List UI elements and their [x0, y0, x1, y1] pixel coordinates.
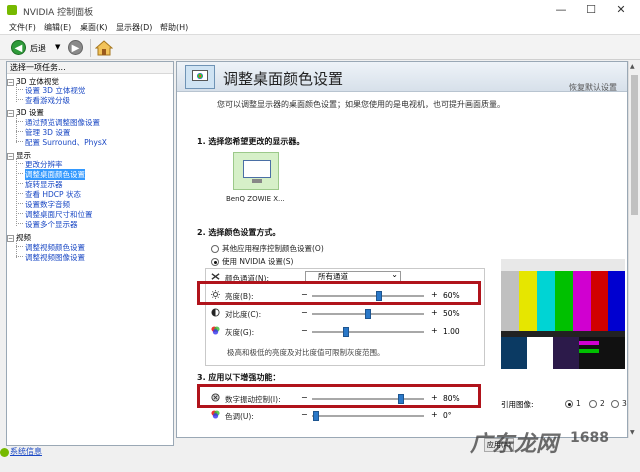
scroll-down-icon[interactable]: ▼ — [630, 429, 635, 436]
back-button-label[interactable]: 后退 — [30, 43, 46, 54]
step3-title: 3. 应用以下增强功能： — [197, 373, 281, 382]
page-header: 调整桌面颜色设置 恢复默认设置 — [177, 62, 627, 93]
hue-slider-thumb[interactable] — [313, 411, 320, 421]
radio-icon[interactable] — [211, 245, 219, 253]
menu-edit[interactable]: 编辑(E) — [44, 22, 71, 33]
scroll-up-icon[interactable]: ▲ — [630, 63, 635, 70]
tree-item-game-ratings[interactable]: 查看游戏分级 — [16, 95, 70, 106]
reference-test-pattern — [501, 259, 625, 369]
content-scrollbar[interactable]: ▲ ▼ — [628, 61, 639, 438]
ref-image-option-2[interactable]: 2 — [589, 399, 605, 408]
reference-image-label: 引用图像: — [501, 400, 534, 409]
watermark-text: 广东龙网 — [470, 432, 559, 457]
collapse-icon[interactable]: − — [7, 78, 14, 86]
window-title: NVIDIA 控制面板 — [23, 8, 94, 18]
color-channel-icon — [211, 273, 220, 280]
page-title: 调整桌面颜色设置 — [223, 70, 344, 88]
radio-icon[interactable] — [611, 400, 619, 408]
desktop-color-icon — [185, 65, 215, 89]
hue-minus: − — [301, 410, 308, 419]
contrast-plus: + — [431, 308, 438, 317]
content-panel: 调整桌面颜色设置 恢复默认设置 您可以调整显示器的桌面颜色设置；如果您使用的是电… — [176, 61, 628, 438]
maximize-button[interactable]: ☐ — [578, 2, 604, 18]
vibrance-highlight-frame — [197, 384, 481, 408]
gamma-slider[interactable] — [312, 327, 424, 337]
display-tile[interactable] — [233, 152, 279, 190]
contrast-label: 对比度(C): — [225, 310, 262, 319]
hue-slider[interactable] — [312, 411, 424, 421]
tree-item-configure-surround-physx[interactable]: 配置 Surround、PhysX — [16, 137, 107, 148]
menu-file[interactable]: 文件(F) — [9, 22, 36, 33]
gamma-label: 灰度(G): — [225, 328, 255, 337]
menu-desktop[interactable]: 桌面(K) — [80, 22, 108, 33]
menu-display[interactable]: 显示器(D) — [116, 22, 152, 33]
task-tree-panel: 选择一项任务... −3D 立体视觉 设置 3D 立体视觉 查看游戏分级 −3D… — [6, 61, 174, 446]
back-history-dropdown-icon[interactable]: ▼ — [55, 43, 60, 51]
hue-plus: + — [431, 410, 438, 419]
step2-title: 2. 选择颜色设置方式。 — [197, 228, 281, 237]
watermark-badge: 1688 — [570, 430, 609, 446]
hue-icon — [211, 410, 220, 419]
tree-item-video-image[interactable]: 调整视频图像设置 — [16, 252, 85, 263]
radio-use-nvidia-settings[interactable]: 使用 NVIDIA 设置(S) — [211, 256, 293, 267]
collapse-icon[interactable]: − — [7, 109, 14, 117]
home-icon[interactable] — [95, 39, 113, 57]
monitor-icon — [243, 160, 271, 183]
collapse-icon[interactable]: − — [7, 152, 14, 160]
hue-value: 0° — [443, 411, 452, 420]
step1-title: 1. 选择您希望更改的显示器。 — [197, 137, 305, 146]
task-tree-header: 选择一项任务... — [7, 62, 173, 74]
forward-arrow-icon[interactable]: ▶ — [68, 40, 83, 55]
system-info-link[interactable]: 系统信息 — [10, 446, 42, 457]
toolbar-divider — [90, 39, 91, 57]
ref-image-option-3[interactable]: 3 — [611, 399, 627, 408]
gamma-minus: − — [301, 326, 308, 335]
restore-defaults-link[interactable]: 恢复默认设置 — [569, 82, 617, 93]
gamma-plus: + — [431, 326, 438, 335]
back-arrow-icon[interactable]: ◀ — [11, 40, 26, 55]
contrast-slider-thumb[interactable] — [365, 309, 371, 319]
menu-help[interactable]: 帮助(H) — [160, 22, 188, 33]
contrast-value: 50% — [443, 309, 460, 318]
menu-bar: 文件(F) 编辑(E) 桌面(K) 显示器(D) 帮助(H) — [0, 20, 640, 34]
range-note: 极高和极低的亮度及对比度值可限制灰度范围。 — [227, 348, 385, 357]
radio-other-app-control[interactable]: 其他应用程序控制颜色设置(O) — [211, 243, 324, 254]
title-bar: NVIDIA 控制面板 — ☐ ✕ — [0, 0, 640, 20]
display-name: BenQ ZOWIE X... — [226, 195, 285, 203]
color-channel-value: 所有通道 — [318, 272, 348, 281]
scrollbar-thumb[interactable] — [631, 75, 638, 215]
hue-label: 色调(U): — [225, 412, 254, 421]
radio-icon[interactable] — [589, 400, 597, 408]
gamma-slider-thumb[interactable] — [343, 327, 349, 337]
page-description: 您可以调整显示器的桌面颜色设置；如果您使用的是电视机，也可提升画面质量。 — [217, 100, 505, 109]
system-info-icon — [0, 448, 9, 457]
toolbar: ◀ 后退 ▼ ▶ — [0, 34, 640, 60]
ref-image-option-1[interactable]: 1 — [565, 399, 581, 408]
brightness-highlight-frame — [197, 281, 481, 305]
collapse-icon[interactable]: − — [7, 234, 14, 242]
minimize-button[interactable]: — — [548, 2, 574, 18]
radio-selected-icon[interactable] — [211, 258, 219, 266]
contrast-slider[interactable] — [312, 309, 424, 319]
contrast-icon — [211, 308, 220, 317]
tree-item-multiple-displays[interactable]: 设置多个显示器 — [16, 219, 78, 230]
radio-selected-icon[interactable] — [565, 400, 573, 408]
nvidia-app-icon — [7, 5, 17, 15]
close-button[interactable]: ✕ — [608, 2, 634, 18]
gamma-icon — [211, 326, 220, 335]
gamma-value: 1.00 — [443, 327, 460, 336]
contrast-minus: − — [301, 308, 308, 317]
